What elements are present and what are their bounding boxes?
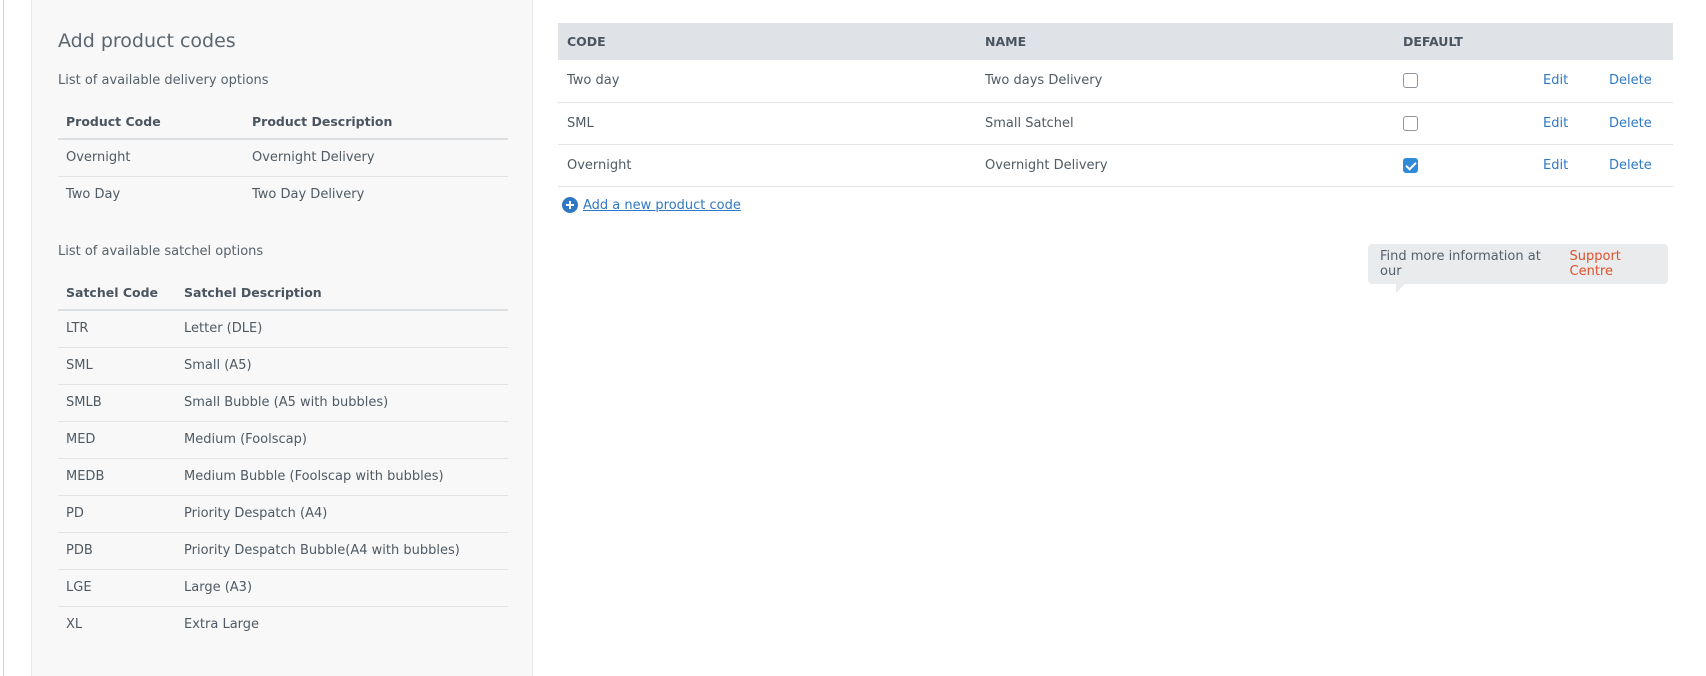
default-cell	[1394, 144, 1534, 187]
table-row: Overnight Overnight Delivery Edit Delete	[558, 144, 1673, 187]
satchel-options-table: Satchel Code Satchel Description LTR Lett…	[58, 276, 508, 643]
name-cell: Small Satchel	[976, 102, 1394, 145]
table-header-row: CODE NAME DEFAULT	[558, 23, 1673, 60]
satchel-description-cell: Medium (Foolscap)	[176, 421, 508, 459]
code-cell: Two day	[558, 60, 976, 103]
panel-title: Add product codes	[58, 30, 236, 52]
delivery-description-cell: Overnight Delivery	[244, 139, 508, 177]
delivery-description-cell: Two Day Delivery	[252, 187, 365, 203]
add-product-code-link[interactable]: Add a new product code	[583, 198, 741, 213]
table-row: MEDB Medium Bubble (Foolscap with bubbles…	[58, 458, 508, 496]
satchel-code-cell: SML	[58, 347, 176, 385]
table-row: LTR Letter (DLE)	[58, 310, 508, 348]
delete-cell: Delete	[1600, 102, 1673, 145]
default-cell	[1394, 60, 1534, 103]
delivery-options-label: List of available delivery options	[58, 73, 269, 88]
column-header-satchel-code: Satchel Code	[58, 276, 176, 311]
table-row: Two Day Two Day Delivery	[58, 176, 508, 213]
delivery-options-table: Product Code Product Description Overnig…	[58, 105, 508, 213]
satchel-code-cell: LGE	[58, 569, 176, 607]
delete-link[interactable]: Delete	[1609, 158, 1652, 173]
satchel-description-cell: Priority Despatch Bubble(A4 with bubbles…	[176, 532, 508, 570]
edit-link[interactable]: Edit	[1543, 158, 1568, 173]
satchel-code-cell: PD	[58, 495, 176, 533]
default-cell	[1394, 102, 1534, 145]
name-cell: Two days Delivery	[976, 60, 1394, 103]
table-row: XL Extra Large	[58, 606, 508, 643]
edit-cell: Edit	[1534, 102, 1600, 145]
table-row: Two day Two days Delivery Edit Delete	[558, 60, 1673, 103]
add-product-code-row: Add a new product code	[562, 197, 741, 213]
main-area: CODE NAME DEFAULT Two day Two days Deliv…	[558, 23, 1673, 293]
delete-cell: Delete	[1600, 60, 1673, 103]
satchel-code-cell: MEDB	[58, 458, 176, 496]
support-centre-link[interactable]: Support Centre	[1570, 249, 1668, 279]
table-row: LGE Large (A3)	[58, 569, 508, 607]
table-header-row: Satchel Code Satchel Description	[58, 276, 508, 311]
satchel-description-cell: Medium Bubble (Foolscap with bubbles)	[176, 458, 508, 496]
delete-cell: Delete	[1600, 144, 1673, 187]
table-row: MED Medium (Foolscap)	[58, 421, 508, 459]
column-header-delete	[1600, 23, 1673, 60]
code-cell: Overnight	[558, 144, 976, 187]
column-header-satchel-description: Satchel Description	[176, 276, 508, 311]
satchel-options-label: List of available satchel options	[58, 244, 264, 259]
code-cell: SML	[558, 102, 976, 145]
table-row: PDB Priority Despatch Bubble(A4 with bubb…	[58, 532, 508, 570]
satchel-code-cell: LTR	[58, 310, 176, 348]
column-header-name: NAME	[976, 23, 1394, 60]
product-codes-table: CODE NAME DEFAULT Two day Two days Deliv…	[558, 23, 1673, 187]
edit-link[interactable]: Edit	[1543, 73, 1568, 88]
satchel-description-cell: Priority Despatch (A4)	[176, 495, 508, 533]
satchel-description-cell: Small Bubble (A5 with bubbles)	[176, 384, 508, 422]
delivery-code-cell: Two Day	[66, 187, 121, 203]
satchel-description-cell: Small (A5)	[176, 347, 508, 385]
column-header-product-code: Product Code	[58, 105, 244, 140]
table-row: Overnight Overnight Delivery	[58, 139, 508, 177]
satchel-description-cell: Large (A3)	[176, 569, 508, 607]
edit-cell: Edit	[1534, 60, 1600, 103]
table-header-row: Product Code Product Description	[58, 105, 508, 140]
name-cell: Overnight Delivery	[976, 144, 1394, 187]
satchel-code-cell: XL	[66, 617, 83, 633]
plus-circle-icon[interactable]	[562, 197, 578, 213]
support-info-bubble: Find more information at our Support Cen…	[1368, 244, 1668, 293]
delete-link[interactable]: Delete	[1609, 116, 1652, 131]
delete-link[interactable]: Delete	[1609, 73, 1652, 88]
satchel-description-cell: Letter (DLE)	[176, 310, 508, 348]
support-info-text: Find more information at our	[1380, 249, 1541, 279]
table-row: SML Small (A5)	[58, 347, 508, 385]
table-row: PD Priority Despatch (A4)	[58, 495, 508, 533]
edit-link[interactable]: Edit	[1543, 116, 1568, 131]
satchel-code-cell: PDB	[58, 532, 176, 570]
frame-border	[3, 0, 4, 676]
column-header-default: DEFAULT	[1394, 23, 1534, 60]
satchel-code-cell: SMLB	[58, 384, 176, 422]
column-header-product-description: Product Description	[244, 105, 508, 140]
default-checkbox[interactable]	[1403, 157, 1418, 173]
column-header-edit	[1534, 23, 1600, 60]
column-header-code: CODE	[558, 23, 976, 60]
default-checkbox[interactable]	[1403, 73, 1418, 89]
edit-cell: Edit	[1534, 144, 1600, 187]
satchel-code-cell: MED	[58, 421, 176, 459]
satchel-description-cell: Extra Large	[184, 617, 260, 633]
default-checkbox[interactable]	[1403, 115, 1418, 131]
table-row: SMLB Small Bubble (A5 with bubbles)	[58, 384, 508, 422]
left-panel: Add product codes List of available deli…	[31, 0, 533, 676]
delivery-code-cell: Overnight	[58, 139, 244, 177]
table-row: SML Small Satchel Edit Delete	[558, 102, 1673, 145]
